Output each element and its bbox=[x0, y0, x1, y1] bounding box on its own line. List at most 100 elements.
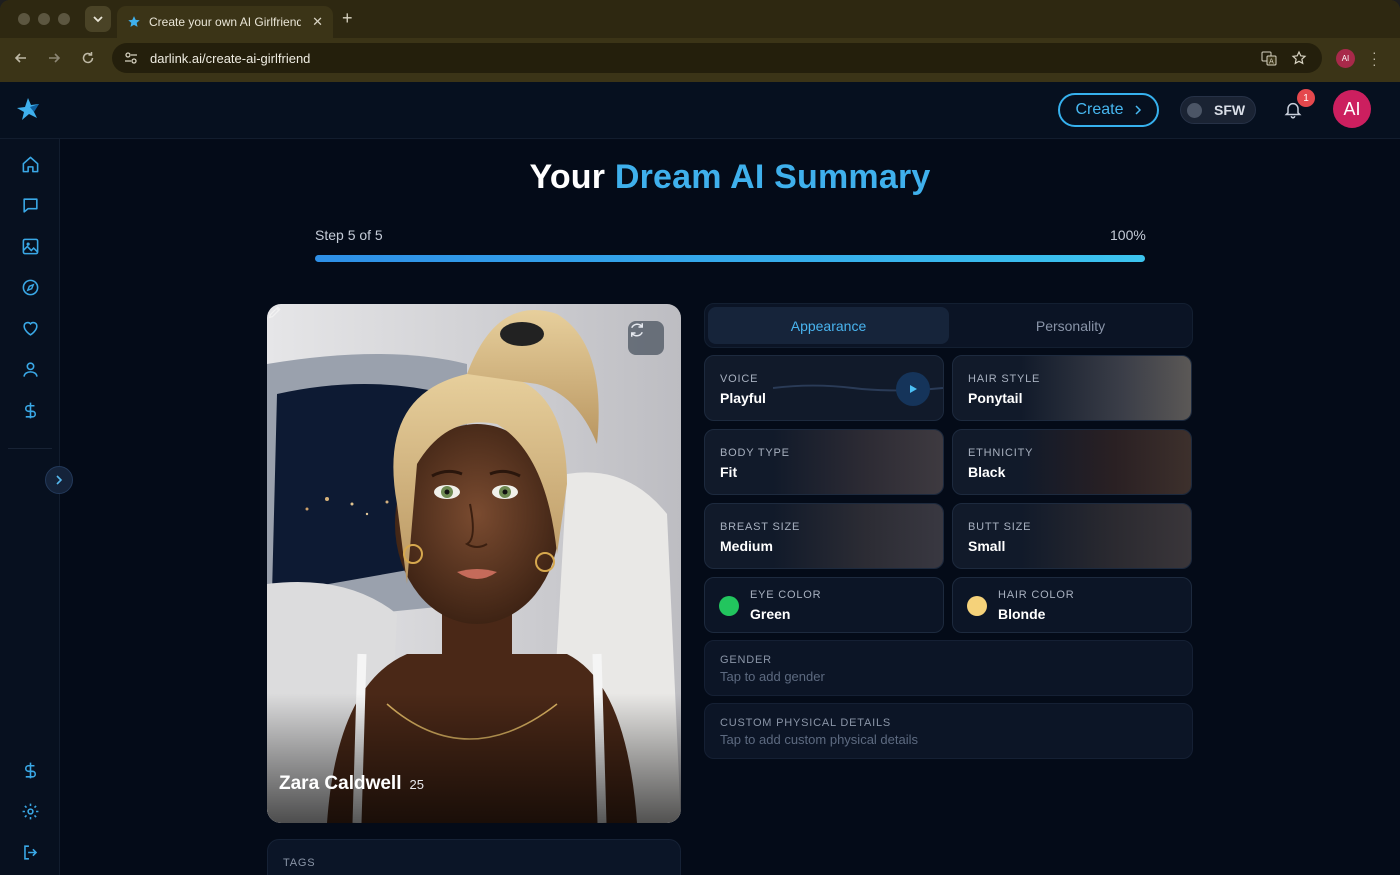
page-title-prefix: Your bbox=[529, 158, 606, 196]
body-type-value: Fit bbox=[720, 464, 738, 480]
browser-tab[interactable]: Create your own AI Girlfriend ✕ bbox=[117, 6, 333, 38]
hair-color-swatch bbox=[967, 596, 987, 616]
back-button[interactable] bbox=[10, 47, 32, 69]
arrow-right-icon bbox=[49, 53, 61, 63]
custom-physical-details-label: CUSTOM PHYSICAL DETAILS bbox=[720, 717, 892, 729]
eye-color-label: EYE COLOR bbox=[750, 589, 822, 601]
hair-color-label: HAIR COLOR bbox=[998, 589, 1075, 601]
tags-section[interactable]: TAGS bbox=[267, 839, 681, 875]
reload-icon bbox=[82, 52, 94, 64]
body-type-label: BODY TYPE bbox=[720, 447, 790, 459]
voice-card[interactable]: VOICE Playful bbox=[704, 355, 944, 421]
user-avatar[interactable]: AI bbox=[1333, 90, 1371, 128]
create-button-label: Create bbox=[1075, 101, 1124, 118]
expand-sidebar-button[interactable] bbox=[45, 466, 73, 494]
arrow-left-icon bbox=[14, 53, 26, 63]
gender-placeholder: Tap to add gender bbox=[720, 669, 825, 684]
hair-style-card[interactable]: HAIR STYLE Ponytail bbox=[952, 355, 1192, 421]
eye-color-swatch bbox=[719, 596, 739, 616]
page-title: Your Dream AI Summary bbox=[60, 158, 1400, 197]
notification-badge: 1 bbox=[1297, 89, 1315, 107]
custom-physical-details-field[interactable]: CUSTOM PHYSICAL DETAILS Tap to add custo… bbox=[704, 703, 1193, 759]
custom-physical-details-placeholder: Tap to add custom physical details bbox=[720, 732, 918, 747]
breast-size-preview bbox=[773, 504, 943, 568]
hair-style-value: Ponytail bbox=[968, 390, 1023, 406]
tab-strip: Create your own AI Girlfriend ✕ + bbox=[0, 0, 1400, 38]
butt-size-card[interactable]: BUTT SIZE Small bbox=[952, 503, 1192, 569]
ethnicity-card[interactable]: ETHNICITY Black bbox=[952, 429, 1192, 495]
ethnicity-value: Black bbox=[968, 464, 1006, 480]
character-name-row: Zara Caldwell 25 bbox=[279, 773, 424, 795]
hair-color-value: Blonde bbox=[998, 606, 1046, 622]
bookmark-star-icon[interactable] bbox=[1289, 48, 1309, 68]
tab-appearance[interactable]: Appearance bbox=[708, 307, 949, 344]
hair-style-preview bbox=[1021, 356, 1191, 420]
refresh-icon bbox=[631, 323, 643, 337]
chevron-right-icon bbox=[56, 475, 63, 485]
forward-button[interactable] bbox=[43, 47, 65, 69]
page-title-accent: Dream AI Summary bbox=[614, 158, 931, 196]
ethnicity-preview bbox=[1021, 430, 1191, 494]
translate-icon[interactable]: A bbox=[1259, 48, 1279, 68]
body-type-card[interactable]: BODY TYPE Fit bbox=[704, 429, 944, 495]
step-label: Step 5 of 5 bbox=[315, 227, 383, 243]
reload-button[interactable] bbox=[77, 47, 99, 69]
tab-title: Create your own AI Girlfriend bbox=[149, 15, 301, 29]
attribute-tabs: Appearance Personality bbox=[704, 303, 1193, 348]
character-portrait-card: Zara Caldwell 25 bbox=[267, 304, 681, 823]
gender-field[interactable]: GENDER Tap to add gender bbox=[704, 640, 1193, 696]
zoom-window-button[interactable] bbox=[58, 13, 70, 25]
progress-bar bbox=[315, 255, 1145, 262]
chevron-right-icon bbox=[1134, 105, 1141, 115]
hair-color-card[interactable]: HAIR COLOR Blonde bbox=[952, 577, 1192, 633]
hair-style-label: HAIR STYLE bbox=[968, 373, 1041, 385]
character-name: Zara Caldwell bbox=[279, 773, 402, 794]
regenerate-image-button[interactable] bbox=[628, 321, 664, 355]
butt-size-value: Small bbox=[968, 538, 1006, 554]
play-voice-button[interactable] bbox=[896, 372, 930, 406]
darlink-logo[interactable] bbox=[16, 97, 44, 123]
butt-size-preview bbox=[1021, 504, 1191, 568]
gear-icon[interactable] bbox=[19, 800, 41, 822]
voice-value: Playful bbox=[720, 390, 766, 406]
pencil-icon[interactable] bbox=[267, 304, 283, 320]
breast-size-label: BREAST SIZE bbox=[720, 521, 801, 533]
breast-size-card[interactable]: BREAST SIZE Medium bbox=[704, 503, 944, 569]
eye-color-card[interactable]: EYE COLOR Green bbox=[704, 577, 944, 633]
ethnicity-label: ETHNICITY bbox=[968, 447, 1034, 459]
heart-icon[interactable] bbox=[19, 317, 41, 339]
sfw-toggle[interactable]: SFW bbox=[1180, 96, 1256, 124]
breast-size-value: Medium bbox=[720, 538, 773, 554]
sfw-label: SFW bbox=[1214, 102, 1246, 118]
create-button[interactable]: Create bbox=[1058, 93, 1159, 127]
user-profile-icon[interactable] bbox=[19, 358, 41, 380]
character-age: 25 bbox=[409, 777, 424, 792]
browser-chrome: Create your own AI Girlfriend ✕ + darlin… bbox=[0, 0, 1400, 82]
app: Create SFW 1 AI Your Dream AI Summary St… bbox=[0, 82, 1400, 875]
logout-icon[interactable] bbox=[19, 841, 41, 863]
chat-icon[interactable] bbox=[19, 194, 41, 216]
body-type-preview bbox=[773, 430, 943, 494]
browser-profile-avatar[interactable]: AI bbox=[1336, 49, 1355, 68]
voice-label: VOICE bbox=[720, 373, 759, 385]
minimize-window-button[interactable] bbox=[38, 13, 50, 25]
play-icon bbox=[910, 385, 917, 393]
close-tab-icon[interactable]: ✕ bbox=[312, 14, 323, 30]
top-navbar: Create SFW 1 AI bbox=[0, 82, 1400, 139]
browser-menu-icon[interactable]: · · · bbox=[1372, 45, 1377, 71]
url-text: darlink.ai/create-ai-girlfriend bbox=[150, 50, 311, 66]
home-icon[interactable] bbox=[19, 153, 41, 175]
dollar-icon[interactable] bbox=[19, 759, 41, 781]
image-gallery-icon[interactable] bbox=[19, 235, 41, 257]
close-window-button[interactable] bbox=[18, 13, 30, 25]
new-tab-button[interactable]: + bbox=[342, 8, 353, 29]
sidebar-divider bbox=[8, 448, 52, 449]
butt-size-label: BUTT SIZE bbox=[968, 521, 1032, 533]
tab-personality[interactable]: Personality bbox=[950, 307, 1191, 344]
dollar-icon[interactable] bbox=[19, 399, 41, 421]
sidebar bbox=[0, 139, 60, 875]
address-bar[interactable]: darlink.ai/create-ai-girlfriend bbox=[112, 43, 1322, 73]
compass-icon[interactable] bbox=[19, 276, 41, 298]
tab-search-button[interactable] bbox=[85, 6, 111, 32]
chevron-down-icon bbox=[93, 16, 103, 23]
